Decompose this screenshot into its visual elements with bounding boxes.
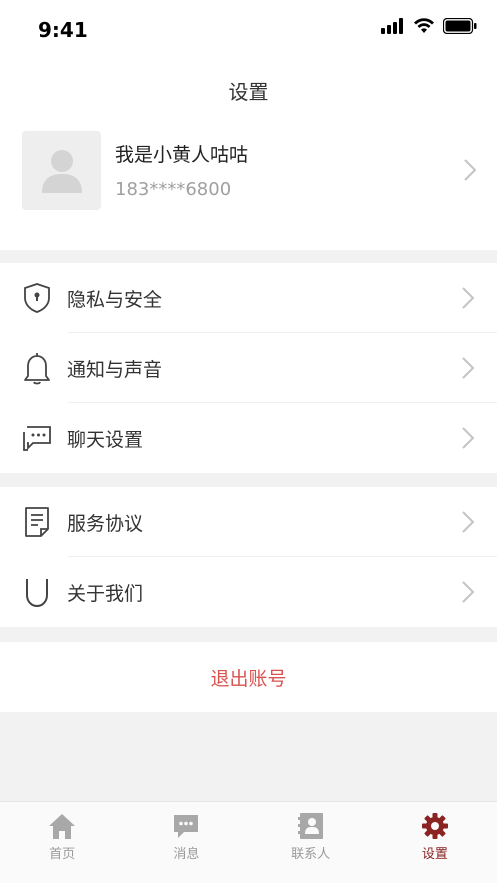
profile-phone: 183****6800 xyxy=(115,179,232,200)
tab-label: 联系人 xyxy=(291,847,331,862)
chevron-right-icon xyxy=(462,357,475,379)
signal-icon xyxy=(381,18,403,34)
menu-item-chat-settings[interactable]: 聊天设置 xyxy=(0,403,497,473)
avatar[interactable] xyxy=(22,130,101,210)
user-placeholder-icon xyxy=(41,150,82,193)
menu-item-label: 通知与声音 xyxy=(67,358,163,381)
tab-home[interactable]: 首页 xyxy=(0,802,124,883)
menu-item-label: 隐私与安全 xyxy=(67,288,163,311)
u-logo-icon xyxy=(20,575,54,609)
menu-item-label: 聊天设置 xyxy=(67,428,144,451)
battery-icon xyxy=(443,18,477,34)
tab-settings[interactable]: 设置 xyxy=(373,802,497,883)
status-bar: 9:41 xyxy=(0,0,497,60)
tab-label: 首页 xyxy=(49,847,76,862)
logout-button[interactable]: 退出账号 xyxy=(0,642,497,712)
menu-item-about-us[interactable]: 关于我们 xyxy=(0,557,497,627)
chevron-right-icon xyxy=(464,159,477,181)
settings-group-1: 隐私与安全 通知与声音 聊天设置 xyxy=(0,263,497,473)
chevron-right-icon xyxy=(462,427,475,449)
status-time: 9:41 xyxy=(38,18,88,42)
tab-label: 设置 xyxy=(421,847,448,862)
page-title: 设置 xyxy=(228,80,269,104)
contacts-icon xyxy=(297,813,323,839)
settings-group-2: 服务协议 关于我们 xyxy=(0,487,497,627)
chevron-right-icon xyxy=(462,511,475,533)
status-icons xyxy=(381,18,477,34)
gear-icon xyxy=(421,813,448,839)
wifi-icon xyxy=(414,18,434,33)
menu-item-service-agreement[interactable]: 服务协议 xyxy=(0,487,497,557)
menu-item-label: 关于我们 xyxy=(67,582,144,605)
document-icon xyxy=(20,505,54,539)
message-icon xyxy=(174,815,199,838)
tab-bar: 首页 消息 联系人 设置 xyxy=(0,801,497,883)
menu-item-notifications[interactable]: 通知与声音 xyxy=(0,333,497,403)
chevron-right-icon xyxy=(462,287,475,309)
profile-card[interactable]: 我是小黄人咕咕 183****6800 xyxy=(22,130,477,210)
bell-icon xyxy=(20,351,54,385)
chevron-right-icon xyxy=(462,581,475,603)
home-icon xyxy=(49,814,76,839)
tab-contacts[interactable]: 联系人 xyxy=(249,802,373,883)
header-section: 9:41 设置 我是小黄人咕咕 183****6800 xyxy=(0,0,497,250)
tab-label: 消息 xyxy=(173,847,200,862)
tab-messages[interactable]: 消息 xyxy=(124,802,248,883)
profile-name: 我是小黄人咕咕 xyxy=(115,144,249,166)
profile-info: 我是小黄人咕咕 183****6800 xyxy=(115,140,463,200)
menu-item-privacy[interactable]: 隐私与安全 xyxy=(0,263,497,333)
shield-lock-icon xyxy=(20,281,54,315)
chat-bubble-icon xyxy=(20,421,54,455)
menu-item-label: 服务协议 xyxy=(67,512,144,535)
